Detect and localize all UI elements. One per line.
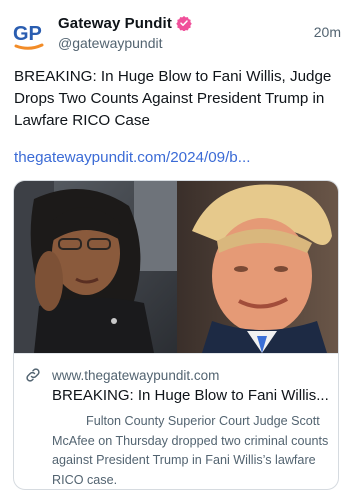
card-photo-left	[14, 181, 177, 353]
post-timestamp[interactable]: 20m	[314, 24, 341, 40]
avatar-text: GP	[13, 23, 42, 45]
post-header: GP Gateway Pundit @gatewaypundit 20m	[12, 8, 341, 58]
card-description: Fulton County Superior Court Judge Scott…	[52, 414, 329, 487]
post-text: BREAKING: In Huge Blow to Fani Willis, J…	[14, 68, 332, 129]
author-avatar[interactable]: GP	[12, 18, 46, 52]
author-handle[interactable]: @gatewaypundit	[58, 35, 192, 51]
card-domain-row: www.thegatewaypundit.com	[24, 366, 219, 384]
author-info[interactable]: Gateway Pundit @gatewaypundit	[58, 13, 192, 51]
link-preview-card[interactable]: www.thegatewaypundit.com BREAKING: In Hu…	[13, 180, 339, 490]
link-icon	[24, 366, 42, 384]
card-image[interactable]	[14, 181, 338, 353]
author-name[interactable]: Gateway Pundit	[58, 15, 172, 32]
gp-logo-icon: GP	[13, 23, 44, 50]
card-body[interactable]: www.thegatewaypundit.com BREAKING: In Hu…	[14, 353, 338, 489]
card-title[interactable]: BREAKING: In Huge Blow to Fani Willis...	[52, 387, 334, 404]
post-container[interactable]: GP Gateway Pundit @gatewaypundit 20m BRE…	[0, 0, 353, 500]
card-photo-right	[177, 181, 338, 353]
card-domain: www.thegatewaypundit.com	[52, 367, 220, 383]
verified-badge-icon	[176, 15, 192, 32]
post-link[interactable]: thegatewaypundit.com/2024/09/b...	[14, 149, 250, 166]
